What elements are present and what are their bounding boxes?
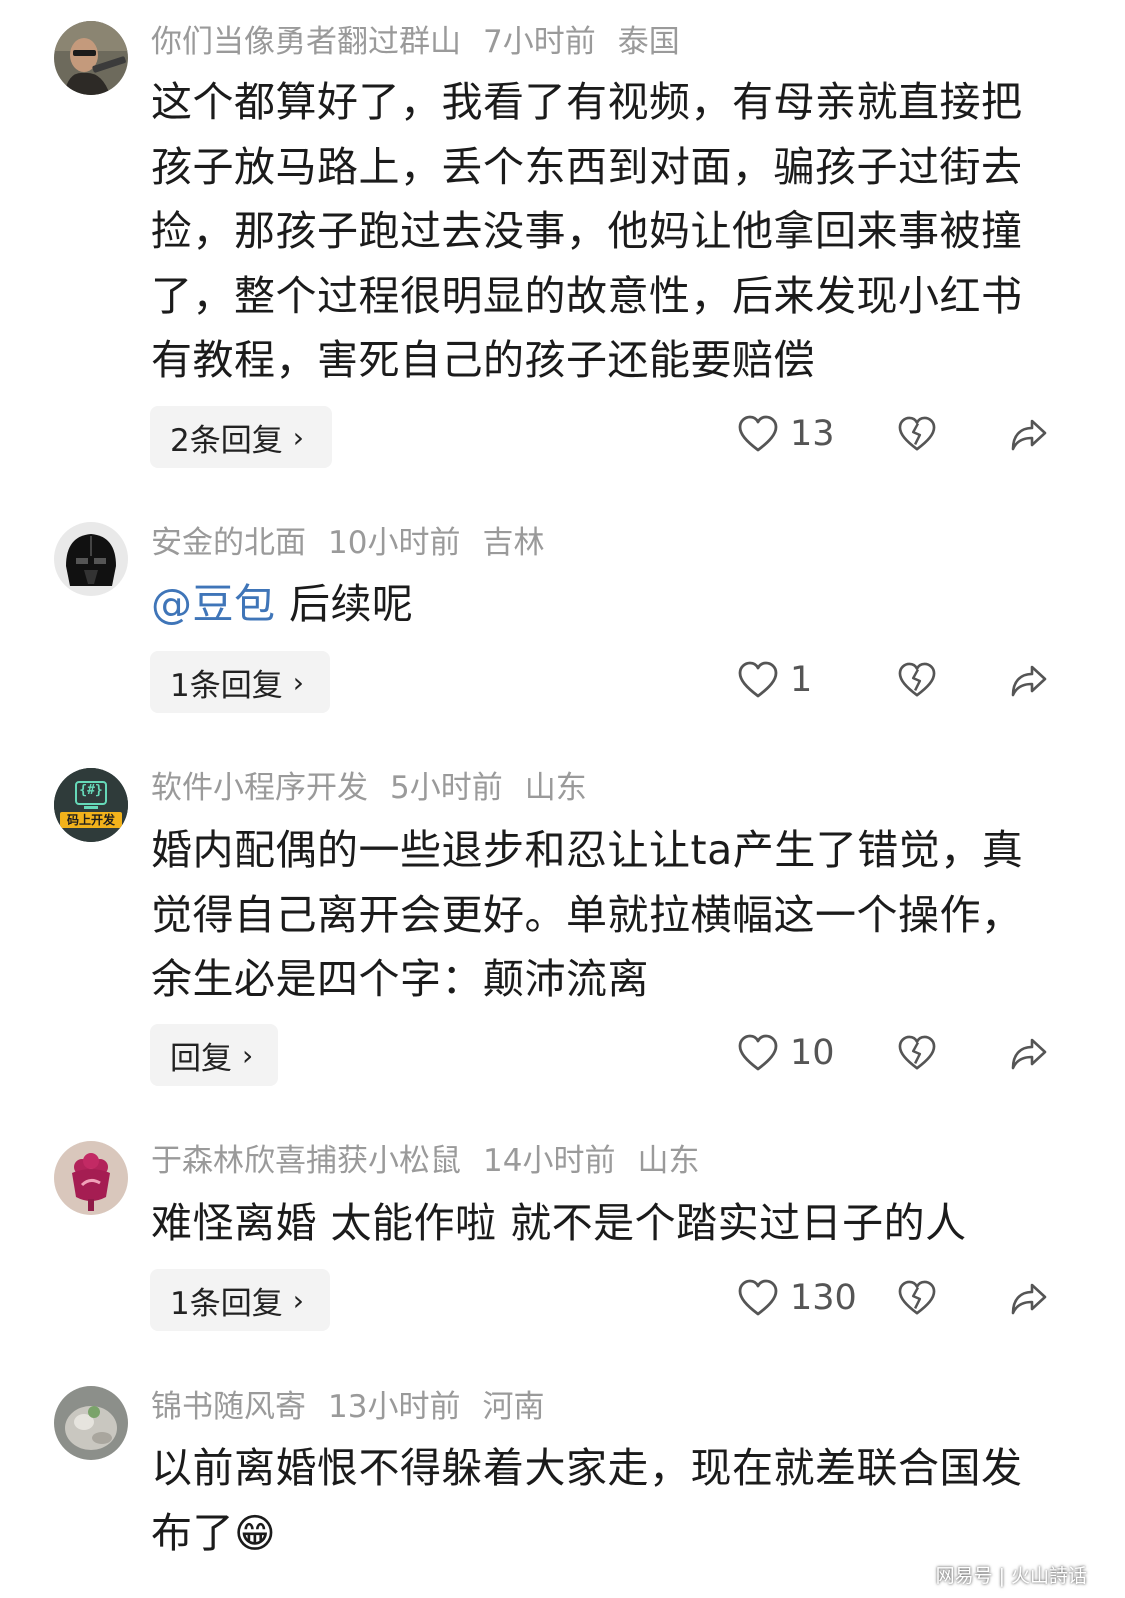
chevron-right-icon: › <box>292 665 304 699</box>
comment-line: 孩子放马路上，丢个东西到对面，骗孩子过街去 <box>151 142 1023 191</box>
location: 山东 <box>637 1143 700 1179</box>
comment-meta: 锦书随风寄 13小时前 河南 <box>151 1387 566 1427</box>
broken-heart-icon <box>898 662 936 697</box>
view-replies-button[interactable]: 2条回复 › <box>150 406 332 468</box>
watermark-author: 火山詩话 <box>1010 1565 1087 1587</box>
comment-line: @豆包 后续呢 <box>151 572 1051 637</box>
view-replies-button[interactable]: 1条回复 › <box>150 1269 330 1331</box>
like-button[interactable]: 1 <box>738 660 812 700</box>
comment-line: 难怪离婚 太能作啦 就不是个踏实过日子的人 <box>151 1199 967 1247</box>
comment-line: 婚内配偶的一些退步和忍让让ta产生了错觉，真 <box>151 826 1024 874</box>
comment-line: 捡，那孩子跑过去没事，他妈让他拿回来事被撞 <box>151 207 1023 255</box>
username[interactable]: 安金的北面 <box>151 525 306 561</box>
location: 河南 <box>482 1389 545 1425</box>
comment-line: 有教程，害死自己的孩子还能要赔偿 <box>151 336 815 384</box>
chevron-right-icon: › <box>242 1038 254 1072</box>
timestamp: 10小时前 <box>328 525 461 561</box>
username[interactable]: 软件小程序开发 <box>151 770 368 806</box>
comment-text: @豆包 后续呢 <box>151 572 1051 637</box>
comment-line-text: 布了 <box>151 1508 234 1557</box>
reply-label: 2条回复 <box>170 422 283 459</box>
avatar[interactable]: {#} 码上开发 <box>54 768 128 842</box>
avatar[interactable] <box>54 1141 128 1215</box>
comment-meta: 软件小程序开发 5小时前 山东 <box>151 768 609 808</box>
like-button[interactable]: 10 <box>738 1033 835 1073</box>
dislike-button[interactable] <box>898 662 936 698</box>
broken-heart-icon <box>898 416 936 451</box>
share-button[interactable] <box>1010 418 1048 452</box>
avatar[interactable] <box>54 1386 128 1460</box>
like-count: 1 <box>790 660 813 700</box>
comment-line: 余生必是四个字：颠沛流离 <box>151 955 649 1003</box>
share-arrow-icon <box>1011 1038 1047 1070</box>
avatar[interactable] <box>54 21 128 95</box>
comment-line: 了，整个过程很明显的故意性，后来发现小红书 <box>151 271 1023 320</box>
like-button[interactable]: 13 <box>738 414 835 454</box>
comment-line: 这个都算好了，我看了有视频，有母亲就直接把 <box>151 78 1023 126</box>
comment-line: 觉得自己离开会更好。单就拉横幅这一个操作， <box>151 890 1023 939</box>
share-button[interactable] <box>1010 1037 1048 1071</box>
username[interactable]: 于森林欣喜捕获小松鼠 <box>151 1143 461 1179</box>
timestamp: 13小时前 <box>328 1389 461 1425</box>
chevron-right-icon: › <box>292 420 304 454</box>
timestamp: 5小时前 <box>390 770 503 806</box>
comment-text: 难怪离婚 太能作啦 就不是个踏实过日子的人 <box>151 1191 1051 1256</box>
comment-meta: 安金的北面 10小时前 吉林 <box>151 523 566 563</box>
comment-line-text: 后续呢 <box>289 580 414 628</box>
heart-outline-icon <box>738 1279 778 1316</box>
view-replies-button[interactable]: 1条回复 › <box>150 651 330 713</box>
like-count: 130 <box>790 1278 857 1318</box>
reply-label: 1条回复 <box>170 667 283 704</box>
mention-link[interactable]: @豆包 <box>151 580 276 628</box>
dislike-button[interactable] <box>898 1035 936 1071</box>
broken-heart-icon <box>898 1280 936 1315</box>
broken-heart-icon <box>898 1035 936 1070</box>
comment-text: 以前离婚恨不得躲着大家走，现在就差联合国发 布了😁 <box>151 1436 1051 1566</box>
reply-label: 回复 <box>170 1040 232 1077</box>
comment-text: 这个都算好了，我看了有视频，有母亲就直接把 孩子放马路上，丢个东西到对面，骗孩子… <box>151 70 1051 393</box>
like-button[interactable]: 130 <box>738 1278 857 1318</box>
chevron-right-icon: › <box>292 1283 304 1317</box>
watermark-separator: | <box>998 1565 1005 1587</box>
timestamp: 7小时前 <box>483 24 596 60</box>
heart-outline-icon <box>738 415 778 452</box>
share-button[interactable] <box>1010 664 1048 698</box>
watermark: 网易号 | 火山詩话 <box>936 1561 1087 1588</box>
avatar-symbol: {#} <box>79 783 103 798</box>
heart-outline-icon <box>738 1034 778 1071</box>
comment-text: 婚内配偶的一些退步和忍让让ta产生了错觉，真 觉得自己离开会更好。单就拉横幅这一… <box>151 818 1051 1012</box>
avatar-label: 码上开发 <box>66 813 115 827</box>
comment-line: 以前离婚恨不得躲着大家走，现在就差联合国发 <box>151 1444 1023 1492</box>
reply-label: 1条回复 <box>170 1285 283 1322</box>
username[interactable]: 锦书随风寄 <box>151 1389 306 1425</box>
location: 吉林 <box>482 525 545 561</box>
dislike-button[interactable] <box>898 416 936 452</box>
avatar[interactable] <box>54 522 128 596</box>
share-arrow-icon <box>1011 419 1047 451</box>
like-count: 13 <box>790 414 835 454</box>
share-button[interactable] <box>1010 1282 1048 1316</box>
reply-button[interactable]: 回复 › <box>150 1024 278 1086</box>
dislike-button[interactable] <box>898 1280 936 1316</box>
timestamp: 14小时前 <box>483 1143 616 1179</box>
location: 泰国 <box>617 24 680 60</box>
comment-meta: 于森林欣喜捕获小松鼠 14小时前 山东 <box>151 1141 721 1181</box>
share-arrow-icon <box>1011 1283 1047 1315</box>
comment-meta: 你们当像勇者翻过群山 7小时前 泰国 <box>151 22 702 62</box>
location: 山东 <box>524 770 587 806</box>
comment-line: 布了😁 <box>151 1501 1051 1567</box>
watermark-source: 网易号 <box>935 1565 993 1587</box>
grin-emoji: 😁 <box>234 1510 277 1557</box>
like-count: 10 <box>790 1033 835 1073</box>
share-arrow-icon <box>1011 665 1047 697</box>
heart-outline-icon <box>738 661 778 698</box>
username[interactable]: 你们当像勇者翻过群山 <box>151 24 461 60</box>
